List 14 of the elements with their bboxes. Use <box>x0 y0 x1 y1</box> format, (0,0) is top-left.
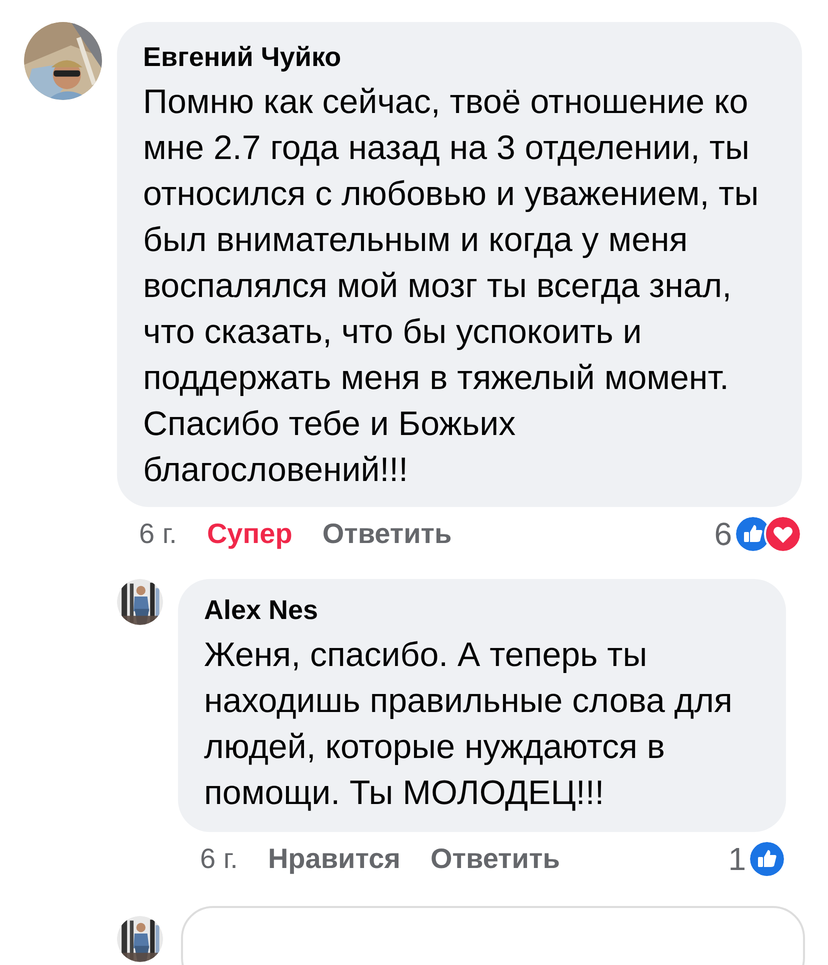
reaction-button[interactable]: Супер <box>206 518 292 550</box>
comment-text: Помню как сейчас, твоё отношение ко мне 2.7 года назад на 3 отделении, ты относился с любовью и уважением, ты был внимательным и когда у меня воспалялся мой мозг ты всегда знал, что сказать, что бы успокоить и поддержать меня в тяжелый момент. Спасибо тебе и Божьих благословений!!! <box>143 82 760 491</box>
author-name[interactable]: Alex Nes <box>204 595 762 626</box>
reaction-count[interactable]: 6 <box>714 516 732 552</box>
timestamp[interactable]: 6 г. <box>139 518 177 550</box>
reply-button[interactable]: Ответить <box>322 518 452 550</box>
reaction-count[interactable]: 1 <box>728 840 746 878</box>
reply-button[interactable]: Ответить <box>430 843 560 875</box>
reaction-button[interactable]: Нравится <box>268 843 401 875</box>
timestamp[interactable]: 6 г. <box>200 843 238 875</box>
author-name[interactable]: Евгений Чуйко <box>143 42 778 73</box>
heart-icon <box>764 515 802 553</box>
comment-text: Женя, спасибо. А теперь ты находишь правильные слова для людей, которые нуждаются в помощи. Ты МОЛОДЕЦ!!! <box>204 635 734 814</box>
thumbs-up-icon <box>748 840 786 878</box>
